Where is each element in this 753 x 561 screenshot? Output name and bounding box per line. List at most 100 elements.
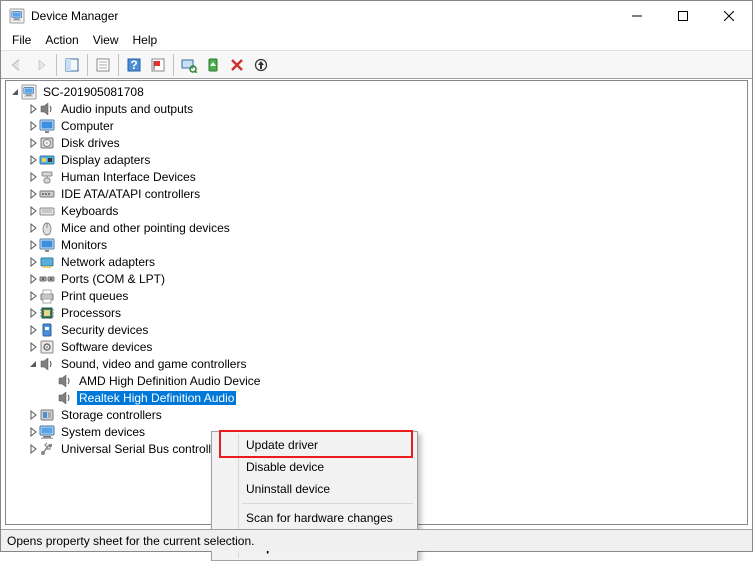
menu-file[interactable]: File — [5, 31, 38, 50]
expander-icon[interactable] — [28, 219, 39, 236]
update-driver-button[interactable] — [202, 54, 224, 76]
tree-item-display-adapters[interactable]: Display adapters — [10, 151, 747, 168]
tree-item-label: System devices — [59, 425, 147, 439]
context-item-label: Scan for hardware changes — [246, 511, 393, 525]
scan-hardware-button[interactable] — [178, 54, 200, 76]
statusbar-text: Opens property sheet for the current sel… — [7, 534, 254, 548]
forward-button[interactable] — [30, 54, 52, 76]
software-icon — [39, 339, 55, 355]
expander-icon[interactable] — [28, 151, 39, 168]
tree-item-sound-video-game[interactable]: Sound, video and game controllers — [10, 355, 747, 372]
minimize-button[interactable] — [614, 1, 660, 31]
titlebar: Device Manager — [1, 1, 752, 31]
menu-action[interactable]: Action — [38, 31, 85, 50]
expander-icon[interactable] — [28, 117, 39, 134]
tree-item-security-devices[interactable]: Security devices — [10, 321, 747, 338]
speaker-icon — [39, 101, 55, 117]
context-item-label: Update driver — [246, 438, 318, 452]
statusbar: Opens property sheet for the current sel… — [1, 529, 752, 551]
properties-button[interactable] — [92, 54, 114, 76]
tree-item-mice[interactable]: Mice and other pointing devices — [10, 219, 747, 236]
svg-text:?: ? — [130, 58, 137, 72]
context-scan-hardware[interactable]: Scan for hardware changes — [214, 507, 415, 529]
tree-item-label: Ports (COM & LPT) — [59, 272, 167, 286]
help-button[interactable]: ? — [123, 54, 145, 76]
tree-item-label: Software devices — [59, 340, 154, 354]
expander-icon[interactable] — [28, 202, 39, 219]
computer-icon — [39, 424, 55, 440]
expander-spacer — [46, 372, 57, 389]
expander-icon[interactable] — [28, 185, 39, 202]
tree-item-label: Security devices — [59, 323, 150, 337]
tree-item-keyboards[interactable]: Keyboards — [10, 202, 747, 219]
uninstall-button[interactable] — [226, 54, 248, 76]
tree-item-monitors[interactable]: Monitors — [10, 236, 747, 253]
tree-item-software-devices[interactable]: Software devices — [10, 338, 747, 355]
menubar: File Action View Help — [1, 31, 752, 50]
expander-icon[interactable] — [28, 253, 39, 270]
tree-item-label: Computer — [59, 119, 116, 133]
maximize-button[interactable] — [660, 1, 706, 31]
expander-icon[interactable] — [28, 134, 39, 151]
menu-help[interactable]: Help — [126, 31, 165, 50]
tree-root-label: SC-201905081708 — [41, 85, 146, 99]
tree-item-ide[interactable]: IDE ATA/ATAPI controllers — [10, 185, 747, 202]
expander-icon[interactable] — [28, 406, 39, 423]
expander-icon[interactable] — [28, 304, 39, 321]
cpu-icon — [39, 305, 55, 321]
expander-icon[interactable] — [28, 287, 39, 304]
expander-icon[interactable] — [28, 338, 39, 355]
network-icon — [39, 254, 55, 270]
expander-icon[interactable] — [10, 83, 21, 100]
context-uninstall-device[interactable]: Uninstall device — [214, 478, 415, 500]
expander-icon[interactable] — [28, 355, 39, 372]
tree-item-hid[interactable]: Human Interface Devices — [10, 168, 747, 185]
tree-item-label: IDE ATA/ATAPI controllers — [59, 187, 202, 201]
action-flag-button[interactable] — [147, 54, 169, 76]
menu-view[interactable]: View — [86, 31, 126, 50]
computer-icon — [21, 84, 37, 100]
disable-button[interactable] — [250, 54, 272, 76]
context-item-label: Uninstall device — [246, 482, 330, 496]
tree-item-realtek-audio[interactable]: Realtek High Definition Audio — [10, 389, 747, 406]
expander-icon[interactable] — [28, 236, 39, 253]
expander-icon[interactable] — [28, 321, 39, 338]
mouse-icon — [39, 220, 55, 236]
expander-icon[interactable] — [28, 423, 39, 440]
port-icon — [39, 271, 55, 287]
context-disable-device[interactable]: Disable device — [214, 456, 415, 478]
close-button[interactable] — [706, 1, 752, 31]
tree-item-network[interactable]: Network adapters — [10, 253, 747, 270]
context-item-label: Disable device — [246, 460, 324, 474]
tree-item-print-queues[interactable]: Print queues — [10, 287, 747, 304]
back-button[interactable] — [6, 54, 28, 76]
tree-item-amd-hd-audio[interactable]: AMD High Definition Audio Device — [10, 372, 747, 389]
app-icon — [9, 8, 25, 24]
tree-item-audio-io[interactable]: Audio inputs and outputs — [10, 100, 747, 117]
tree-item-label: AMD High Definition Audio Device — [77, 374, 262, 388]
device-tree: SC-201905081708 Audio inputs and outputs… — [6, 81, 747, 457]
tree-item-computer[interactable]: Computer — [10, 117, 747, 134]
expander-icon[interactable] — [28, 168, 39, 185]
keyboard-icon — [39, 203, 55, 219]
monitor-icon — [39, 118, 55, 134]
tree-item-disk-drives[interactable]: Disk drives — [10, 134, 747, 151]
speaker-icon — [57, 373, 73, 389]
tree-item-ports[interactable]: Ports (COM & LPT) — [10, 270, 747, 287]
tree-item-processors[interactable]: Processors — [10, 304, 747, 321]
speaker-icon — [39, 356, 55, 372]
context-update-driver[interactable]: Update driver — [214, 434, 415, 456]
printer-icon — [39, 288, 55, 304]
expander-icon[interactable] — [28, 270, 39, 287]
speaker-icon — [57, 390, 73, 406]
tree-root[interactable]: SC-201905081708 — [10, 83, 747, 100]
expander-icon[interactable] — [28, 100, 39, 117]
tree-item-storage-controllers[interactable]: Storage controllers — [10, 406, 747, 423]
display-adapter-icon — [39, 152, 55, 168]
tree-item-label: Display adapters — [59, 153, 152, 167]
tree-item-label: Realtek High Definition Audio — [77, 391, 236, 405]
expander-icon[interactable] — [28, 440, 39, 457]
window-title: Device Manager — [31, 9, 118, 23]
tree-item-label: Human Interface Devices — [59, 170, 198, 184]
show-hide-console-tree-button[interactable] — [61, 54, 83, 76]
